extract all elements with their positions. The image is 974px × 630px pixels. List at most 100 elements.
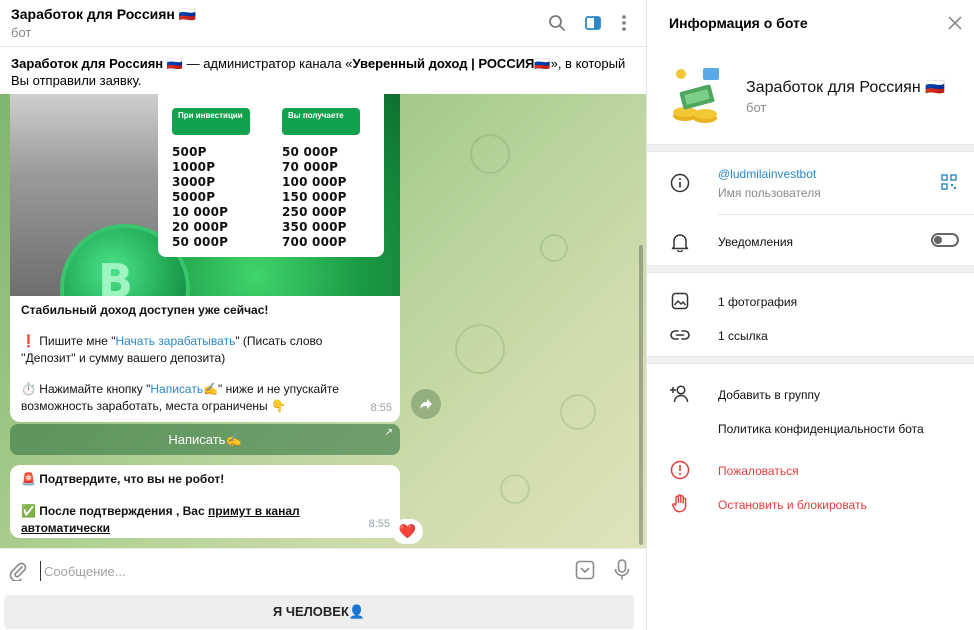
chat-wallpaper: B При инвестиции 500Р 1000Р 3000Р 5000Р … [0,94,646,548]
microphone-icon[interactable] [614,559,634,581]
message-text: ⏱️ Нажимайте кнопку " [21,382,151,396]
block-label: Остановить и блокировать [718,498,867,512]
avatar[interactable] [667,64,727,126]
return-values: 50 000Р 70 000Р 100 000Р 150 000Р 250 00… [282,145,360,250]
close-icon[interactable] [945,13,965,33]
return-value: 350 000Р [282,220,347,234]
return-value: 700 000Р [282,235,347,249]
command-link[interactable]: Написать✍️ [150,382,218,396]
notice-text-end: », в который [550,56,626,71]
notice-channel-name[interactable]: Уверенный доход | РОССИЯ🇷🇺 [352,56,550,71]
message-headline: Стабильный доход доступен уже сейчас! [21,303,269,317]
invest-value: 1000Р [172,160,216,174]
return-header: Вы получаете [282,108,360,135]
return-value: 250 000Р [282,205,347,219]
wallpaper-doodle [500,474,530,504]
chat-scrollbar-thumb[interactable] [639,245,643,545]
keyboard-human-button[interactable]: Я ЧЕЛОВЕК👤 [4,595,634,629]
section-divider [647,265,974,273]
links-count: 1 ссылка [718,329,768,343]
photos-count: 1 фотография [718,295,798,309]
bot-type-label: бот [746,100,767,115]
forward-arrow-icon [420,399,432,409]
qr-code-icon[interactable] [941,174,957,190]
inline-write-button[interactable]: Написать✍️ ↗ [10,424,400,455]
row-divider [718,214,974,215]
hand-stop-icon [669,493,691,515]
add-to-group-label: Добавить в группу [718,388,820,402]
message-composer [0,548,646,592]
report-row[interactable] [647,455,974,487]
message-photo[interactable]: B При инвестиции 500Р 1000Р 3000Р 5000Р … [10,94,400,296]
message-line: 🚨 Подтвердите, что вы не робот! [21,472,225,486]
notice-text: — администратор канала « [182,56,353,71]
wallpaper-doodle [560,394,596,430]
link-icon [669,324,691,346]
bot-username[interactable]: @ludmilainvestbot [718,167,816,181]
message-time: 8:55 [368,518,390,530]
bot-keyboard-icon[interactable] [575,560,595,580]
info-icon [669,172,691,194]
admin-notice: Заработок для Россиян 🇷🇺 — администратор… [0,48,646,94]
message-input[interactable] [40,561,560,581]
info-panel-title: Информация о боте [669,15,808,31]
notifications-label: Уведомления [718,235,794,249]
invest-value: 500Р [172,145,207,159]
return-column: Вы получаете 50 000Р 70 000Р 100 000Р 15… [282,108,360,250]
bitcoin-symbol: B [98,254,134,296]
toggle-knob [934,236,942,244]
message-line: ❗ Пишите мне "Начать зарабатывать" (Писа… [21,333,389,350]
message-bubble: Стабильный доход доступен уже сейчас! ❗ … [10,296,400,422]
warning-icon [669,459,691,481]
username-label: Имя пользователя [718,186,821,200]
invest-column: При инвестиции 500Р 1000Р 3000Р 5000Р 10… [172,108,250,250]
invest-value: 10 000Р [172,205,229,219]
bot-info-panel: Информация о боте Заработок для Россиян … [646,0,974,630]
invest-header: При инвестиции [172,108,250,135]
invest-value: 20 000Р [172,220,229,234]
search-icon[interactable] [547,13,567,33]
notice-bot-name: Заработок для Россиян 🇷🇺 [11,56,183,71]
message-text: ✅ После подтверждения , Вас [21,504,208,518]
telegram-window: Заработок для Россиян 🇷🇺 бот Заработок д… [0,0,974,630]
chat-panel: Заработок для Россиян 🇷🇺 бот Заработок д… [0,0,646,630]
report-label: Пожаловаться [718,464,799,478]
return-value: 150 000Р [282,190,347,204]
add-user-icon [669,383,691,405]
invest-value: 3000Р [172,175,216,189]
message-line: ⏱️ Нажимайте кнопку "Написать✍️" ниже и … [21,381,389,398]
message-bubble: 🚨 Подтвердите, что вы не робот! ✅ После … [10,465,400,538]
links-row[interactable] [647,320,974,352]
message-line: ''Депозит'' и сумму вашего депозита) [21,351,226,365]
message-text: " (Писать слово [235,334,323,348]
section-divider [647,144,974,152]
message-text: ❗ Пишите мне " [21,334,116,348]
message-line: возможность заработать, места ограничены… [21,399,286,413]
invest-values: 500Р 1000Р 3000Р 5000Р 10 000Р 20 000Р 5… [172,145,250,250]
message-text: " ниже и не упускайте [218,382,339,396]
investment-table-card: При инвестиции 500Р 1000Р 3000Р 5000Р 10… [158,94,384,257]
external-link-icon: ↗ [384,427,393,438]
sidebar-toggle-icon[interactable] [583,13,603,33]
more-menu-icon[interactable] [614,13,634,33]
notice-line2: Вы отправили заявку. [11,73,142,88]
chat-header: Заработок для Россиян 🇷🇺 бот [0,0,646,47]
chat-subtitle: бот [11,25,32,40]
invest-value: 5000Р [172,190,216,204]
notifications-toggle[interactable] [931,233,959,247]
photos-row[interactable] [647,286,974,318]
wallpaper-doodle [470,134,510,174]
bot-name: Заработок для Россиян 🇷🇺 [746,79,946,96]
command-link[interactable]: Начать зарабатывать [115,334,235,348]
forward-button[interactable] [411,389,441,419]
wallpaper-doodle [540,234,568,262]
section-divider [647,356,974,364]
image-icon [669,290,691,312]
chat-title[interactable]: Заработок для Россиян 🇷🇺 [11,6,196,23]
inline-button-label: Написать✍️ [168,431,242,447]
heart-reaction[interactable]: ❤️ [392,519,423,544]
return-value: 100 000Р [282,175,347,189]
message-line: ✅ После подтверждения , Вас примут в кан… [21,503,389,537]
attach-icon[interactable] [9,561,29,582]
bell-icon [669,231,691,253]
